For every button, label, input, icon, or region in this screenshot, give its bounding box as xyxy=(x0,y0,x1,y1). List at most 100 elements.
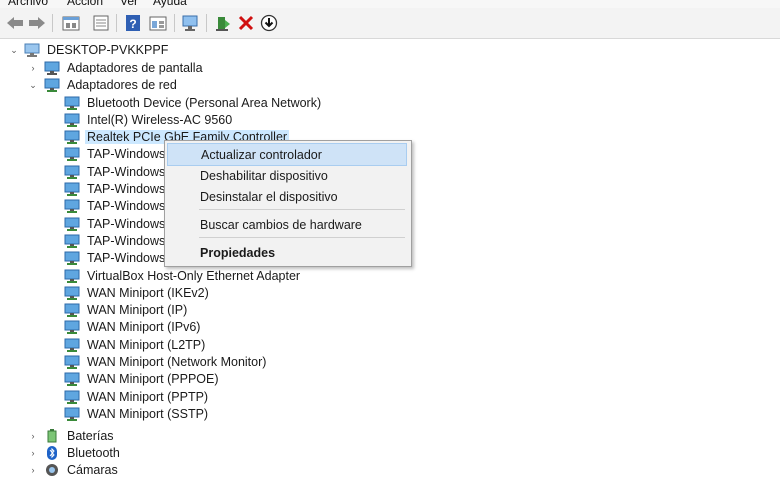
network-device-item[interactable]: TAP-Windows xyxy=(64,198,167,215)
properties-icon[interactable] xyxy=(60,12,82,34)
device-label: TAP-Windows xyxy=(87,147,166,162)
device-label: Intel(R) Wireless-AC 9560 xyxy=(87,112,233,127)
network-adapter-icon xyxy=(64,113,80,127)
device-label: TAP-Windows xyxy=(87,164,166,179)
device-label: WAN Miniport (SSTP) xyxy=(87,406,209,421)
network-device-item[interactable]: TAP-Windows xyxy=(64,181,167,198)
context-menu: Actualizar controlador Deshabilitar disp… xyxy=(164,140,412,267)
network-adapter-icon xyxy=(64,165,80,179)
menu-bar: Archivo Acción Ver Ayuda xyxy=(0,0,780,8)
network-adapter-icon xyxy=(64,182,80,196)
network-adapter-icon xyxy=(64,320,80,335)
toolbar: ? xyxy=(0,8,780,39)
monitor-icon xyxy=(44,61,60,75)
expand-chevron-icon[interactable]: › xyxy=(28,63,38,73)
expand-chevron-icon[interactable]: › xyxy=(28,448,38,458)
disable-device-menu-item[interactable]: Deshabilitar dispositivo xyxy=(167,165,407,186)
network-device-item[interactable]: TAP-Windows xyxy=(64,146,167,163)
device-label: WAN Miniport (IPv6) xyxy=(87,320,201,335)
expand-chevron-icon[interactable]: › xyxy=(28,465,38,475)
device-label: WAN Miniport (Network Monitor) xyxy=(87,355,267,369)
scan-hardware-icon[interactable] xyxy=(180,12,202,34)
device-label: WAN Miniport (L2TP) xyxy=(87,337,206,352)
root-label: DESKTOP-PVKKPPF xyxy=(47,42,169,57)
menu-help[interactable]: Ayuda xyxy=(153,0,187,8)
network-adapter-icon xyxy=(64,147,80,162)
device-label: WAN Miniport (PPPOE) xyxy=(87,372,219,387)
menu-item-label: Propiedades xyxy=(200,245,276,260)
collapse-chevron-icon[interactable]: ⌄ xyxy=(28,80,38,90)
network-adapter-icon xyxy=(64,269,80,283)
category-label: Adaptadores de pantalla xyxy=(67,60,203,75)
view-icon[interactable] xyxy=(90,12,112,34)
network-adapter-icon xyxy=(44,78,60,92)
view-devices-icon[interactable] xyxy=(147,12,169,34)
network-adapter-icon xyxy=(64,286,80,300)
tree-root[interactable]: DESKTOP-PVKKPPF xyxy=(24,41,170,58)
network-device-item[interactable]: Bluetooth Device (Personal Area Network) xyxy=(64,94,323,111)
device-label: WAN Miniport (PPTP) xyxy=(87,389,209,404)
device-label: WAN Miniport (IKEv2) xyxy=(87,285,209,300)
network-adapter-icon xyxy=(64,96,80,110)
device-label: TAP-Windows xyxy=(87,251,166,266)
menu-separator xyxy=(199,209,405,210)
network-adapter-icon xyxy=(64,251,80,266)
device-label: TAP-Windows xyxy=(87,199,166,214)
uninstall-device-menu-item[interactable]: Desinstalar el dispositivo xyxy=(167,186,407,207)
network-adapter-icon xyxy=(64,130,80,145)
collapse-chevron-icon[interactable]: ⌄ xyxy=(9,45,19,55)
menu-file[interactable]: Archivo xyxy=(8,0,48,8)
device-label: VirtualBox Host-Only Ethernet Adapter xyxy=(87,268,301,283)
network-adapter-icon xyxy=(64,390,80,404)
menu-item-label: Desinstalar el dispositivo xyxy=(200,189,338,204)
network-adapter-icon xyxy=(64,372,80,387)
menu-view[interactable]: Ver xyxy=(120,0,138,8)
update-driver-menu-item[interactable]: Actualizar controlador xyxy=(167,143,407,166)
category-network-adapters[interactable]: Adaptadores de red xyxy=(44,76,179,93)
category-bluetooth[interactable]: Bluetooth xyxy=(44,444,122,461)
network-device-item[interactable]: TAP-Windows xyxy=(64,250,167,267)
network-device-item[interactable]: Intel(R) Wireless-AC 9560 xyxy=(64,111,234,128)
network-device-item[interactable]: TAP-Windows xyxy=(64,232,167,249)
svg-text:?: ? xyxy=(129,17,136,31)
network-device-item[interactable]: WAN Miniport (Network Monitor) xyxy=(64,354,268,371)
bluetooth-icon xyxy=(44,445,60,460)
network-device-item[interactable]: VirtualBox Host-Only Ethernet Adapter xyxy=(64,267,302,284)
network-device-item[interactable]: WAN Miniport (IKEv2) xyxy=(64,284,211,301)
scan-hardware-menu-item[interactable]: Buscar cambios de hardware xyxy=(167,214,407,235)
device-label: TAP-Windows xyxy=(87,182,166,196)
device-label: WAN Miniport (IP) xyxy=(87,303,188,318)
battery-icon xyxy=(44,428,60,443)
network-adapter-icon xyxy=(64,199,80,214)
network-device-item[interactable]: WAN Miniport (IP) xyxy=(64,302,189,319)
uninstall-icon[interactable] xyxy=(235,12,257,34)
back-arrow-icon[interactable] xyxy=(4,12,26,34)
network-device-item[interactable]: TAP-Windows xyxy=(64,215,167,232)
network-adapter-icon xyxy=(64,303,80,318)
category-batteries[interactable]: Baterías xyxy=(44,427,116,444)
network-device-item[interactable]: TAP-Windows xyxy=(64,163,167,180)
network-device-item[interactable]: WAN Miniport (SSTP) xyxy=(64,405,210,422)
expand-chevron-icon[interactable]: › xyxy=(28,431,38,441)
update-driver-icon[interactable] xyxy=(212,12,234,34)
network-adapter-icon xyxy=(64,355,80,369)
properties-menu-item[interactable]: Propiedades xyxy=(167,242,407,263)
network-adapter-icon xyxy=(64,234,80,248)
category-label: Adaptadores de red xyxy=(67,77,177,92)
network-adapter-icon xyxy=(64,407,80,421)
network-adapter-icon xyxy=(64,338,80,352)
network-device-item[interactable]: WAN Miniport (IPv6) xyxy=(64,319,202,336)
menu-action[interactable]: Acción xyxy=(67,0,103,8)
network-device-item[interactable]: WAN Miniport (L2TP) xyxy=(64,336,207,353)
download-icon[interactable] xyxy=(258,12,280,34)
network-device-item[interactable]: WAN Miniport (PPPOE) xyxy=(64,371,221,388)
category-label: Bluetooth xyxy=(67,445,120,460)
help-icon[interactable]: ? xyxy=(122,12,144,34)
device-label: TAP-Windows xyxy=(87,233,166,248)
forward-arrow-icon[interactable] xyxy=(26,12,48,34)
menu-item-label: Deshabilitar dispositivo xyxy=(200,168,328,183)
category-display-adapters[interactable]: Adaptadores de pantalla xyxy=(44,59,205,76)
category-label: Baterías xyxy=(67,428,114,443)
menu-separator xyxy=(199,237,405,238)
network-device-item[interactable]: WAN Miniport (PPTP) xyxy=(64,388,210,405)
